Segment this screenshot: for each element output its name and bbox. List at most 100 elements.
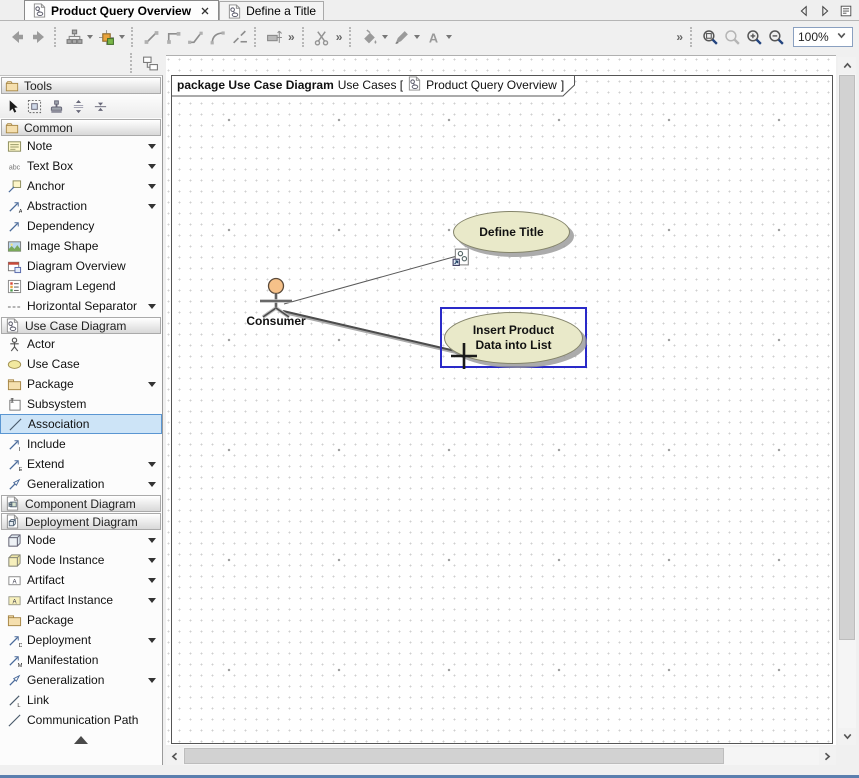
path-oblique-button[interactable]	[184, 26, 206, 48]
zoom-level-combo[interactable]: 100%	[793, 27, 853, 47]
diagram-canvas[interactable]: package Use Case Diagram Use Cases [ Pro…	[166, 55, 836, 745]
chevron-down-icon[interactable]	[148, 144, 156, 149]
group-select-button[interactable]	[27, 99, 42, 114]
v-distribute-button[interactable]	[71, 99, 86, 114]
reset-edges-button[interactable]	[263, 26, 285, 48]
palette-item-dependency[interactable]: Dependency	[0, 216, 162, 236]
scroll-up-button[interactable]	[838, 57, 856, 74]
chevron-down-icon[interactable]	[148, 164, 156, 169]
zoom-out-button[interactable]	[765, 26, 787, 48]
palette-item-subsystem[interactable]: Subsystem	[0, 394, 162, 414]
dropdown-caret-icon[interactable]	[117, 26, 127, 48]
path-curve-button[interactable]	[206, 26, 228, 48]
chevron-down-icon[interactable]	[148, 462, 156, 467]
palette-item-text-box[interactable]: abcText Box	[0, 156, 162, 176]
scroll-right-button[interactable]	[819, 747, 836, 765]
vertical-scroll-thumb[interactable]	[839, 75, 855, 640]
cut-button[interactable]	[311, 26, 333, 48]
close-tab-button[interactable]	[199, 5, 211, 17]
dropdown-caret-icon[interactable]	[412, 26, 422, 48]
tab-list-button[interactable]	[838, 3, 853, 18]
zoom-fit-button[interactable]	[721, 26, 743, 48]
palette-item-package[interactable]: Package	[0, 374, 162, 394]
chevron-down-icon[interactable]	[148, 538, 156, 543]
diagram-tab-1[interactable]: Product Query Overview	[24, 0, 219, 20]
palette-item-association[interactable]: Association	[0, 414, 162, 434]
palette-item-horizontal-separator[interactable]: Horizontal Separator	[0, 296, 162, 316]
palette-item-include[interactable]: IInclude	[0, 434, 162, 454]
palette-item-image-shape[interactable]: Image Shape	[0, 236, 162, 256]
path-straight-button[interactable]	[140, 26, 162, 48]
palette-item-extend[interactable]: EExtend	[0, 454, 162, 474]
chevron-down-icon[interactable]	[148, 638, 156, 643]
palette-item-node-instance[interactable]: Node Instance	[0, 550, 162, 570]
diagram-tab-2[interactable]: Define a Title	[219, 1, 324, 20]
palette-item-artifact[interactable]: AArtifact	[0, 570, 162, 590]
scroll-left-button[interactable]	[166, 747, 183, 765]
scroll-down-button[interactable]	[838, 728, 856, 745]
palette-item-label: Association	[28, 417, 89, 431]
palette-item-label: Package	[27, 377, 74, 391]
zoom-region-button[interactable]	[699, 26, 721, 48]
palette-item-diagram-legend[interactable]: Diagram Legend	[0, 276, 162, 296]
palette-item-use-case[interactable]: Use Case	[0, 354, 162, 374]
chevron-down-icon[interactable]	[148, 678, 156, 683]
palette-item-link[interactable]: LLink	[0, 690, 162, 710]
palette-item-generalization[interactable]: Generalization	[0, 670, 162, 690]
path-rectilinear-button[interactable]	[162, 26, 184, 48]
palette-item-manifestation[interactable]: MManifestation	[0, 650, 162, 670]
vertical-scrollbar[interactable]	[838, 57, 856, 745]
chevron-down-icon[interactable]	[148, 382, 156, 387]
chevron-down-icon[interactable]	[148, 598, 156, 603]
palette-section-deployment-diagram[interactable]: Deployment Diagram	[1, 513, 161, 530]
zoom-in-button[interactable]	[743, 26, 765, 48]
dropdown-caret-icon[interactable]	[444, 26, 454, 48]
chevron-down-icon[interactable]	[148, 304, 156, 309]
palette-section-component-diagram[interactable]: Component Diagram	[1, 495, 161, 512]
pen-color-button[interactable]	[390, 26, 412, 48]
toolbar-right-group: » 100%	[673, 26, 853, 48]
chevron-down-icon[interactable]	[148, 204, 156, 209]
chevron-down-icon[interactable]	[148, 482, 156, 487]
palette-item-deployment[interactable]: DDeployment	[0, 630, 162, 650]
toolbar-overflow-button[interactable]: »	[333, 30, 346, 44]
palette-item-note[interactable]: Note	[0, 136, 162, 156]
palette-item-node[interactable]: Node	[0, 530, 162, 550]
chevron-down-icon[interactable]	[148, 578, 156, 583]
toolbar-overflow-button[interactable]: »	[673, 30, 686, 44]
scroll-tabs-left-button[interactable]	[796, 3, 811, 18]
palette-item-diagram-overview[interactable]: Diagram Overview	[0, 256, 162, 276]
path-break-button[interactable]	[228, 26, 250, 48]
pointer-button[interactable]	[5, 99, 20, 114]
palette-item-anchor[interactable]: Anchor	[0, 176, 162, 196]
containment-tree-button[interactable]	[63, 26, 85, 48]
palette-item-artifact-instance[interactable]: AArtifact Instance	[0, 590, 162, 610]
v-compress-button[interactable]	[93, 99, 108, 114]
palette-item-abstraction[interactable]: AAbstraction	[0, 196, 162, 216]
forward-button[interactable]	[28, 26, 50, 48]
horizontal-scroll-thumb[interactable]	[184, 748, 724, 764]
palette-item-actor[interactable]: Actor	[0, 334, 162, 354]
chevron-down-icon[interactable]	[148, 558, 156, 563]
fill-color-button[interactable]	[358, 26, 380, 48]
palette-item-package[interactable]: Package	[0, 610, 162, 630]
palette-section-use-case-diagram[interactable]: Use Case Diagram	[1, 317, 161, 334]
dropdown-caret-icon[interactable]	[85, 26, 95, 48]
use-case-define-title[interactable]: Define Title	[453, 211, 570, 253]
font-color-button[interactable]: A	[422, 26, 444, 48]
related-elements-button[interactable]	[139, 52, 161, 74]
diagram-link-icon[interactable]	[452, 248, 470, 269]
stamp-button[interactable]	[49, 99, 64, 114]
horizontal-scrollbar[interactable]	[166, 747, 836, 765]
palette-collapse-button[interactable]	[0, 736, 162, 744]
toolbar-overflow-button[interactable]: »	[285, 30, 298, 44]
add-related-button[interactable]	[95, 26, 117, 48]
palette-item-generalization[interactable]: Generalization	[0, 474, 162, 494]
scroll-tabs-right-button[interactable]	[817, 3, 832, 18]
palette-section-tools[interactable]: Tools	[1, 77, 161, 94]
palette-item-communication-path[interactable]: Communication Path	[0, 710, 162, 730]
back-button[interactable]	[6, 26, 28, 48]
chevron-down-icon[interactable]	[148, 184, 156, 189]
dropdown-caret-icon[interactable]	[380, 26, 390, 48]
palette-section-common[interactable]: Common	[1, 119, 161, 136]
